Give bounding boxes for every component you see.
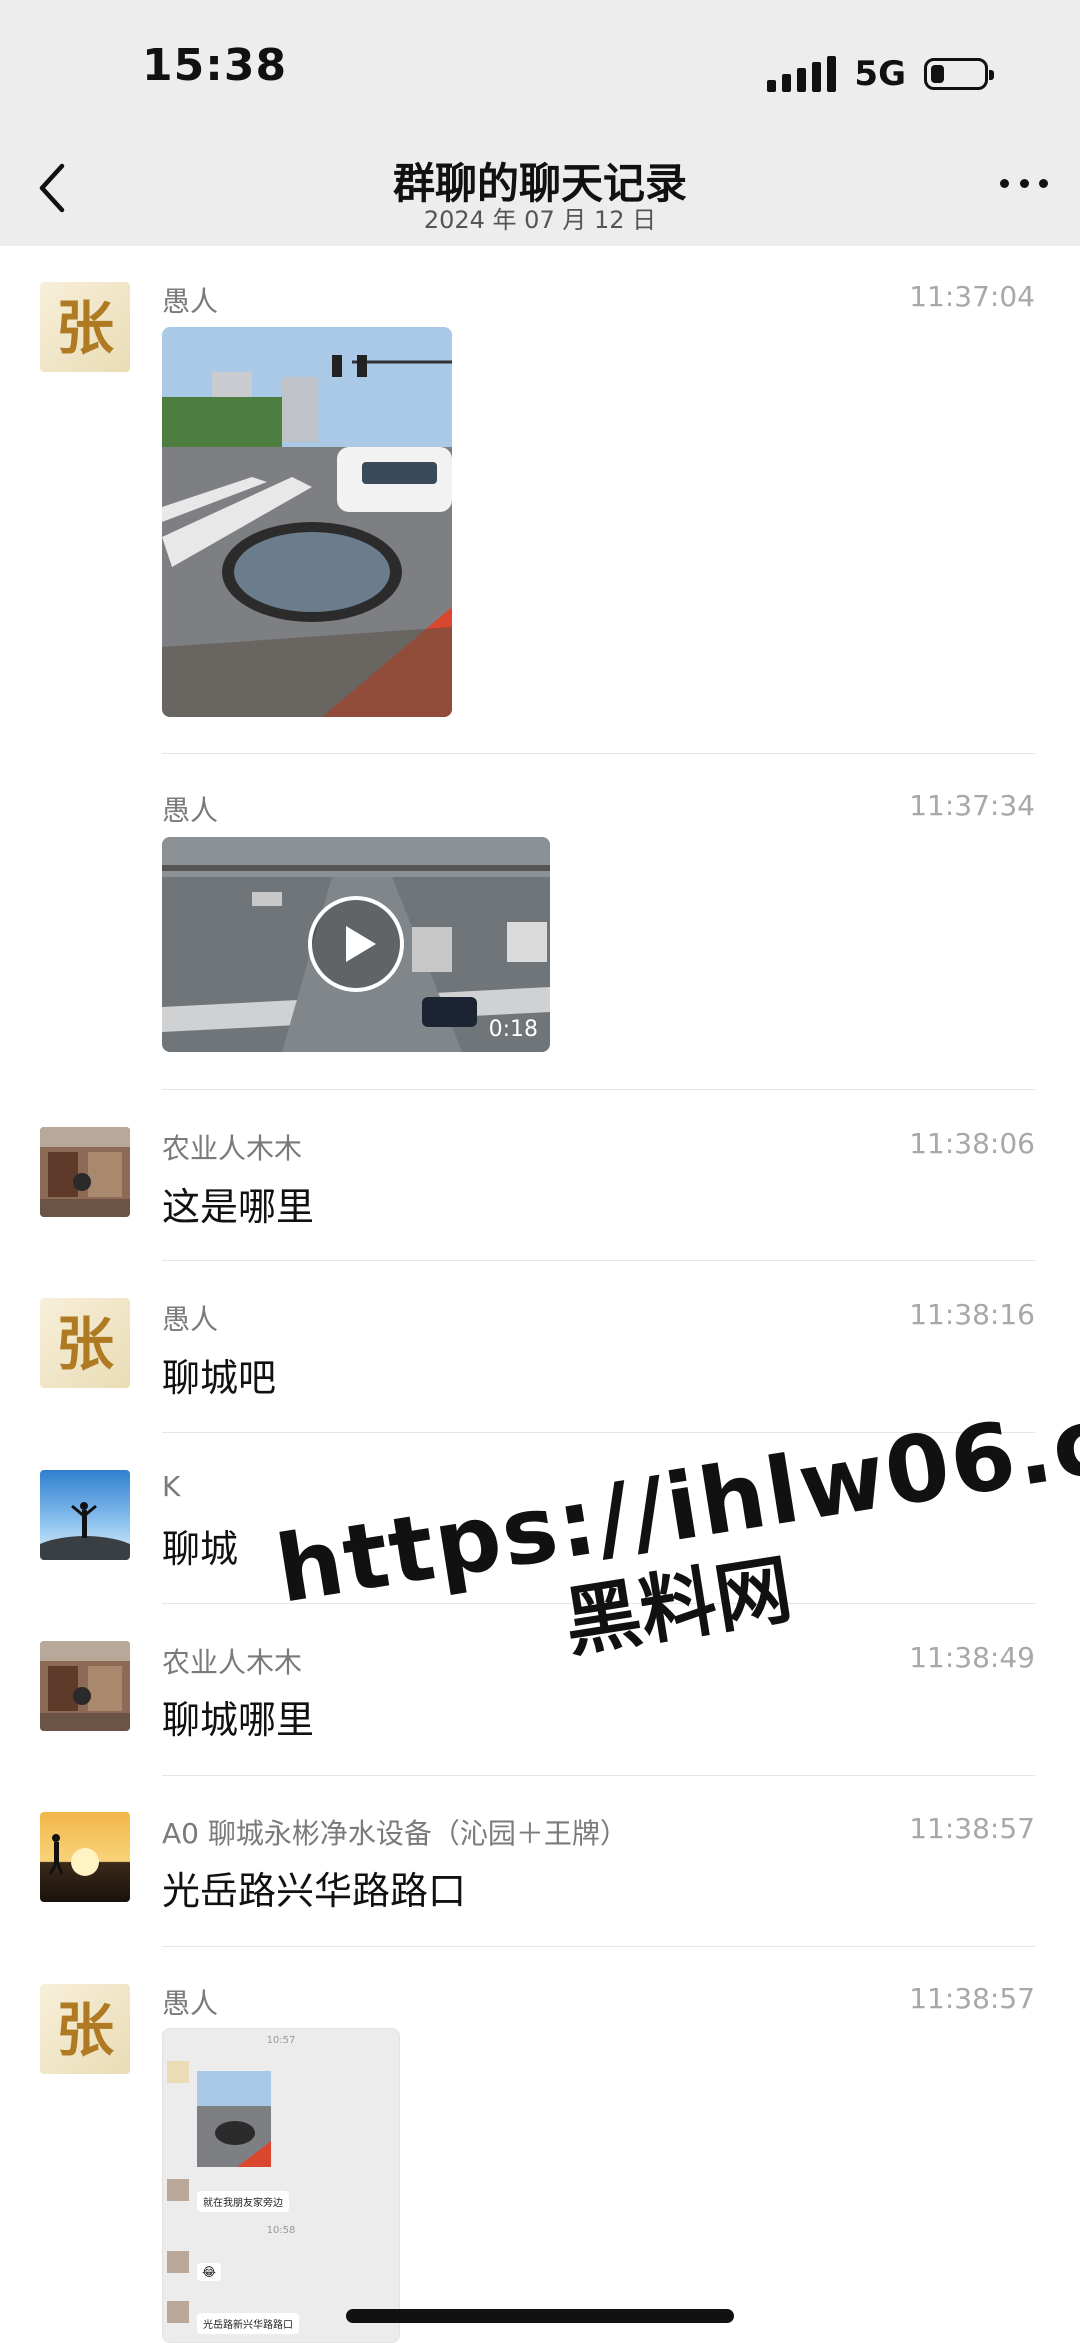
more-dot-icon [1039, 178, 1048, 188]
sender-name: 愚人 [162, 285, 219, 318]
message-text: 这是哪里 [162, 1185, 315, 1229]
more-dot-icon [1000, 178, 1009, 188]
avatar[interactable] [40, 1470, 130, 1560]
sender-name: 愚人 [162, 1303, 219, 1336]
sender-name: 农业人木木 [162, 1646, 303, 1679]
zhang-calligraphy-avatar-icon: 张 [40, 1984, 130, 2074]
more-dot-icon [1019, 178, 1029, 188]
emoji-icon: 😂 [197, 2263, 222, 2281]
message-time: 11:38:16 [909, 1298, 1035, 1331]
svg-text:张: 张 [56, 1996, 114, 2064]
message-time: 11:37:34 [909, 789, 1035, 822]
message-time: 11:38:57 [909, 1982, 1035, 2015]
status-time: 15:38 [142, 40, 288, 91]
sunset-hiker-avatar-icon [40, 1812, 130, 1902]
divider [162, 753, 1035, 754]
image-thumbnail[interactable] [162, 327, 452, 717]
sender-name: 农业人木木 [162, 1132, 303, 1165]
battery-icon [924, 58, 994, 90]
sky-person-avatar-icon [40, 1470, 130, 1560]
avatar[interactable]: 张 [40, 1298, 130, 1388]
message-text: 聊城 [162, 1527, 239, 1571]
avatar[interactable] [40, 1127, 130, 1217]
inner-caption: 就在我朋友家旁边 [197, 2191, 289, 2212]
sender-name: A0 聊城永彬净水设备（沁园＋王牌） [162, 1817, 628, 1850]
avatar[interactable]: 张 [40, 282, 130, 372]
more-button[interactable] [1000, 174, 1048, 192]
inner-image-thumbnail [197, 2071, 271, 2167]
home-indicator[interactable] [346, 2309, 734, 2323]
message-time: 11:38:06 [909, 1127, 1035, 1160]
inner-time: 10:57 [266, 2035, 296, 2046]
video-thumbnail[interactable]: 0:18 [162, 837, 550, 1052]
divider [162, 1260, 1035, 1261]
inner-time: 10:58 [266, 2225, 296, 2236]
message-time: 11:38:49 [909, 1641, 1035, 1674]
zhang-calligraphy-avatar-icon: 张 [40, 1298, 130, 1388]
chat-screenshot-thumbnail[interactable]: 10:57 就在我朋友家旁边 10:58 😂 光岳路新兴华路路口 [162, 2028, 400, 2343]
network-label: 5G [854, 54, 906, 94]
sender-name: K [162, 1470, 181, 1503]
message-text: 聊城吧 [162, 1356, 277, 1400]
inner-avatar [167, 2301, 189, 2323]
message-text: 聊城哪里 [162, 1698, 315, 1742]
avatar[interactable] [40, 1641, 130, 1731]
inner-avatar [167, 2061, 189, 2083]
svg-text:张: 张 [56, 294, 114, 362]
signal-icon [767, 56, 837, 92]
message-time: 11:37:04 [909, 280, 1035, 313]
avatar[interactable] [40, 1812, 130, 1902]
inner-caption: 光岳路新兴华路路口 [197, 2313, 299, 2334]
inner-avatar [167, 2179, 189, 2201]
inner-avatar [167, 2251, 189, 2273]
page-subtitle-date: 2024 年 07 月 12 日 [423, 206, 657, 234]
sender-name: 愚人 [162, 794, 219, 827]
svg-text:张: 张 [56, 1310, 114, 1378]
avatar[interactable]: 张 [40, 1984, 130, 2074]
divider [162, 1089, 1035, 1090]
message-text: 光岳路兴华路路口 [162, 1869, 467, 1913]
video-duration: 0:18 [488, 1017, 538, 1042]
play-icon[interactable] [306, 894, 406, 994]
sender-name: 愚人 [162, 1987, 219, 2020]
zhang-calligraphy-avatar-icon: 张 [40, 282, 130, 372]
divider [162, 1775, 1035, 1776]
message-time: 11:38:57 [909, 1812, 1035, 1845]
shop-front-avatar-icon [40, 1641, 130, 1731]
shop-front-avatar-icon [40, 1127, 130, 1217]
top-bar: 15:38 5G 群聊的聊天记录 2024 年 07 月 12 日 [0, 0, 1080, 246]
divider [162, 1946, 1035, 1947]
status-icons: 5G [767, 50, 994, 98]
